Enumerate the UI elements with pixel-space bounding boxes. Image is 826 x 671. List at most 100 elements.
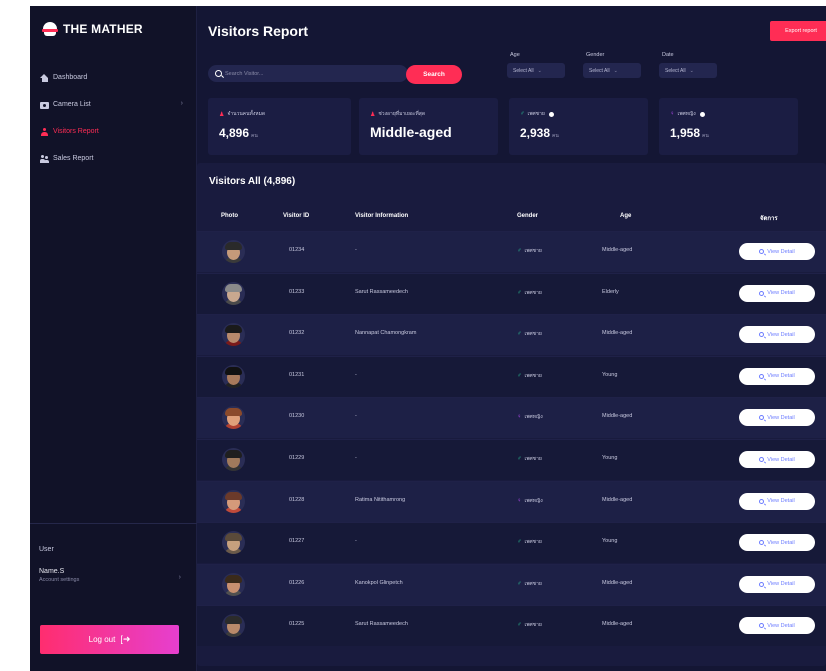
visitor-info: - — [355, 538, 357, 545]
sidebar-item-label: Dashboard — [53, 74, 88, 81]
avatar — [222, 572, 245, 596]
table-title: Visitors All (4,896) — [209, 176, 296, 187]
avatar — [222, 281, 245, 305]
sidebar-nav: Dashboard Camera List › Visitors Report … — [30, 64, 197, 172]
table-row: 01227 - ♂ เพศชาย Young View Detail — [197, 522, 826, 564]
export-report-button[interactable]: Export report — [770, 21, 826, 41]
visitor-age: Middle-aged — [602, 330, 633, 337]
search-input[interactable] — [225, 70, 395, 77]
chevron-down-icon: ⌄ — [537, 67, 542, 74]
view-detail-button[interactable]: View Detail — [739, 617, 815, 635]
sidebar-item-dashboard[interactable]: Dashboard — [30, 64, 197, 91]
search-icon — [759, 373, 765, 379]
male-icon: ♂ — [517, 580, 522, 587]
view-detail-button[interactable]: View Detail — [739, 284, 815, 302]
column-header-photo: Photo — [221, 213, 238, 219]
visitor-age: Young — [602, 455, 618, 461]
view-detail-button[interactable]: View Detail — [739, 492, 815, 510]
filter-label: Date — [662, 52, 674, 58]
card-label: ♟ ช่วงอายุที่มาเยอะที่สุด — [370, 111, 426, 118]
search-icon — [759, 249, 765, 254]
view-detail-button[interactable]: View Detail — [739, 409, 815, 427]
male-icon: ♂ — [520, 111, 525, 117]
search-icon — [759, 290, 765, 296]
sidebar-divider — [30, 523, 197, 524]
visitor-gender: ♂ เพศชาย — [517, 456, 542, 462]
view-detail-button[interactable]: View Detail — [739, 451, 815, 468]
user-icon — [40, 127, 49, 136]
account-settings-label: Account settings — [39, 577, 80, 583]
visitor-info: Sarut Rassameedech — [355, 288, 408, 295]
table-row: 01230 - ♀ เพศหญิง Middle-aged View Detail — [197, 397, 826, 439]
view-detail-button[interactable]: View Detail — [739, 367, 815, 385]
info-icon[interactable] — [548, 111, 554, 117]
visitor-info: Nannapat Chamongkram — [355, 330, 417, 337]
gender-select[interactable]: Select All ⌄ — [583, 63, 641, 78]
column-header-visitor-info: Visitor Information — [355, 213, 409, 219]
visitor-info: Sarut Rassameedech — [355, 621, 408, 628]
sidebar-item-sales-report[interactable]: Sales Report — [30, 145, 197, 172]
stat-card-total: ♟ จำนวนคนทั้งหมด 4,896 คน — [208, 98, 351, 155]
card-label: ♀ เพศหญิง — [670, 110, 705, 118]
user-name: Name.S — [39, 568, 65, 575]
view-detail-button[interactable]: View Detail — [739, 575, 815, 593]
column-header-gender: Gender — [517, 213, 539, 219]
view-detail-button[interactable]: View Detail — [739, 243, 815, 260]
visitor-gender: ♂ เพศชาย — [517, 622, 542, 629]
visitor-info: - — [355, 247, 357, 253]
page-title: Visitors Report — [208, 23, 309, 39]
user-icon: ♟ — [219, 111, 225, 118]
visitor-age: Young — [602, 538, 618, 545]
users-icon — [40, 154, 49, 163]
card-label: ♟ จำนวนคนทั้งหมด — [219, 111, 266, 118]
age-select[interactable]: Select All ⌄ — [507, 63, 565, 78]
view-detail-button[interactable]: View Detail — [739, 326, 815, 344]
visitor-id: 01233 — [289, 288, 305, 295]
account-settings[interactable]: Name.S Account settings › — [39, 568, 189, 583]
male-icon: ♂ — [517, 248, 522, 254]
female-icon: ♀ — [517, 497, 522, 504]
select-value: Select All — [589, 67, 610, 74]
sidebar-item-label: Camera List — [53, 101, 91, 108]
user-section-label: User — [39, 546, 54, 553]
visitor-age: Middle-aged — [602, 579, 633, 586]
sidebar: THE MATHER Dashboard Camera List › Visit… — [30, 6, 197, 671]
chevron-right-icon: › — [180, 100, 183, 107]
table-row: 01228 Ratima Nitithamrong ♀ เพศหญิง Middle-a… — [197, 480, 826, 522]
male-icon: ♂ — [517, 622, 522, 629]
search-icon — [759, 540, 765, 546]
search-button[interactable]: Search — [406, 65, 462, 84]
visitor-id: 01230 — [289, 413, 305, 420]
visitor-id: 01227 — [289, 538, 305, 545]
avatar — [222, 323, 245, 347]
main-content: Visitors Report Export report Search Age… — [197, 6, 826, 671]
avatar — [222, 448, 245, 471]
logout-button[interactable]: Log out [➜ — [40, 625, 179, 654]
male-icon: ♂ — [517, 456, 522, 462]
search-icon — [759, 415, 765, 421]
visitor-id: 01226 — [289, 579, 305, 586]
female-icon: ♀ — [517, 414, 522, 421]
sidebar-item-camera-list[interactable]: Camera List › — [30, 91, 197, 118]
visitor-gender: ♂ เพศชาย — [517, 331, 542, 338]
column-header-age: Age — [620, 213, 632, 219]
visitor-gender: ♀ เพศหญิง — [517, 414, 543, 421]
visitor-id: 01232 — [289, 330, 305, 337]
search-icon — [759, 332, 765, 338]
filter-label: Gender — [586, 52, 605, 58]
visitor-gender: ♂ เพศชาย — [517, 372, 542, 379]
avatar — [222, 531, 245, 555]
visitor-age: Middle-aged — [602, 621, 633, 628]
visitor-info: - — [355, 371, 357, 378]
card-value: 4,896 คน — [219, 126, 258, 140]
view-detail-button[interactable]: View Detail — [739, 534, 815, 552]
avatar — [222, 489, 245, 513]
chevron-right-icon: › — [178, 574, 181, 581]
brand[interactable]: THE MATHER — [42, 22, 143, 36]
logout-label: Log out — [88, 635, 116, 644]
info-icon[interactable] — [699, 111, 705, 117]
date-select[interactable]: Select All ⌄ — [659, 63, 717, 78]
sidebar-item-visitors-report[interactable]: Visitors Report — [30, 118, 197, 145]
visitor-id: 01225 — [289, 621, 305, 628]
avatar — [222, 406, 245, 430]
